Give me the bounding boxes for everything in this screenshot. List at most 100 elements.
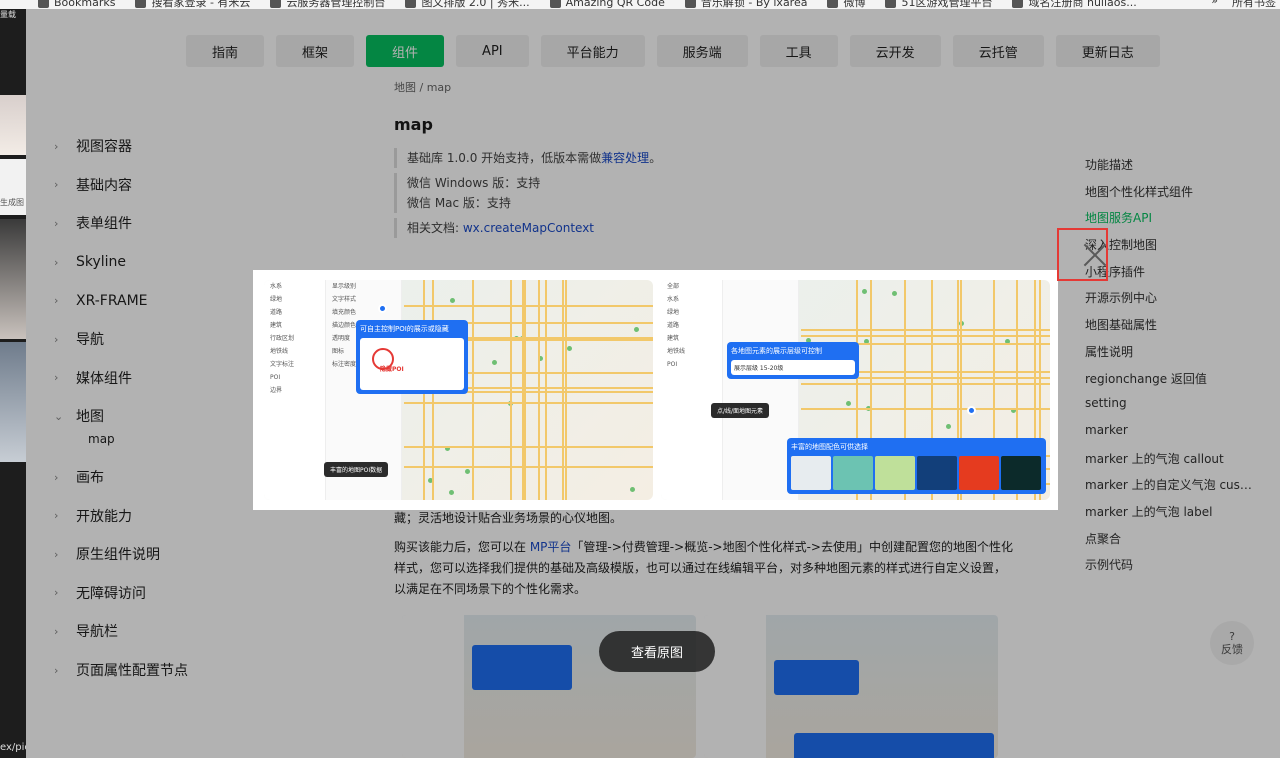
bookmark-item[interactable]: 51区游戏管理平台 (885, 0, 992, 9)
map-road (404, 305, 653, 308)
bookmark-item[interactable]: 微博 (827, 0, 865, 9)
bookmark-label: 微博 (843, 0, 866, 9)
setting-row: 文字样式 (332, 296, 357, 303)
bookmark-label: 云服务器管理控制台 (286, 0, 386, 9)
layer-row: 绿地 (667, 309, 680, 316)
bookmark-item[interactable]: 搜看家登录 - 有米云 (135, 0, 250, 9)
map-park (491, 359, 497, 365)
elements-pill: 点/线/面地图元素 (711, 403, 770, 418)
bookmarks-overflow[interactable]: » (1211, 0, 1218, 9)
bookmarks-bar: Bookmarks 搜看家登录 - 有米云 云服务器管理控制台 图文排版 2.0 | … (0, 0, 1280, 9)
color-swatches (791, 456, 1042, 490)
map-park (629, 486, 635, 492)
layer-row: POI (270, 374, 281, 381)
map-preview-right: 全部水系绿地道路建筑地铁线 POI 各地图元素的展示层级可控制 展示层级 15-2… (661, 280, 1050, 500)
color-swatch[interactable] (875, 456, 915, 490)
map-road (510, 280, 513, 500)
color-swatch[interactable] (791, 456, 831, 490)
colors-callout: 丰富的地图配色可供选择 (787, 438, 1046, 494)
map-pin-icon (378, 304, 387, 313)
bookmark-label: 搜看家登录 - 有米云 (151, 0, 251, 9)
layer-row: 行政区划 (270, 335, 295, 342)
bookmark-favicon-icon (549, 0, 561, 8)
map-road (801, 382, 1050, 385)
layer-row: 道路 (270, 309, 283, 316)
bookmark-item[interactable]: 图文排版 2.0 | 秀米... (405, 0, 530, 9)
bookmark-item[interactable]: 云服务器管理控制台 (270, 0, 385, 9)
layer-row: 全部 (667, 283, 680, 290)
color-swatch[interactable] (917, 456, 957, 490)
bookmark-favicon-icon (1012, 0, 1024, 8)
map-road (404, 446, 653, 449)
thumbnail-3[interactable] (0, 219, 26, 339)
layer-row: 道路 (667, 322, 680, 329)
bookmark-favicon-icon (38, 0, 49, 8)
bookmark-favicon-icon (270, 0, 282, 8)
map-road (404, 402, 653, 405)
bookmark-favicon-icon (684, 0, 696, 8)
poi-data-pill: 丰富的地图POI数据 (324, 462, 389, 477)
right-layer-list: 全部水系绿地道路建筑地铁线 POI (661, 280, 723, 500)
bookmark-favicon-icon (405, 0, 417, 8)
setting-row: 显示级别 (332, 283, 357, 290)
map-pin-icon (967, 406, 976, 415)
layer-row: 水系 (270, 283, 283, 290)
layer-row: 边界 (270, 387, 283, 394)
desktop-strip: 量载 生成图 (0, 9, 26, 758)
view-original-button[interactable]: 查看原图 (599, 631, 715, 672)
image-viewer: 水系 绿地 道路 建筑 行政区划 地铁线 文字标注 POI 边界 显示级别 文字样式 填充颜色 描边颜… (253, 270, 1058, 510)
color-swatch[interactable] (959, 456, 999, 490)
layer-row: POI (667, 361, 678, 368)
setting-row: 填充颜色 (332, 309, 357, 316)
bookmark-label: Bookmarks (54, 0, 116, 9)
layer-callout: 各地图元素的展示层级可控制 展示层级 15-20级 (727, 342, 859, 379)
layer-row: 绿地 (270, 296, 283, 303)
map-road (801, 328, 1050, 331)
strip-label-mid: 生成图 (0, 198, 24, 207)
thumbnail-2[interactable]: 生成图 (0, 159, 26, 215)
poi-ring-icon (372, 348, 394, 370)
bookmark-item[interactable]: Amazing QR Code (549, 0, 665, 9)
layer-row: 建筑 (667, 335, 680, 342)
layer-row: 文字标注 (270, 361, 295, 368)
layer-row: 水系 (667, 296, 680, 303)
layer-row: 地铁线 (270, 348, 289, 355)
map-road (404, 465, 653, 468)
bookmark-label: 域名注册商 hullaos... (1028, 0, 1137, 9)
colors-callout-title: 丰富的地图配色可供选择 (791, 443, 868, 451)
map-park (449, 490, 455, 496)
map-park (862, 289, 868, 295)
map-road (801, 408, 1050, 411)
layer-callout-range: 展示层级 15-20级 (731, 360, 855, 375)
bookmark-favicon-icon (885, 0, 897, 8)
bookmark-item[interactable]: Bookmarks (38, 0, 115, 9)
highlight-box (1057, 228, 1108, 281)
map-park (945, 424, 951, 430)
map-road (521, 280, 524, 500)
color-swatch[interactable] (1001, 456, 1041, 490)
map-park (465, 469, 471, 475)
bookmark-label: 音乐解锁 - By ixarea (700, 0, 808, 9)
poi-callout: 可自主控制POI的展示或隐藏 隐藏POI (356, 320, 468, 394)
all-bookmarks[interactable]: 所有书签 (1232, 0, 1276, 9)
strip-label-top: 量载 (0, 10, 16, 19)
layer-callout-title: 各地图元素的展示层级可控制 (731, 347, 822, 355)
poi-callout-title: 可自主控制POI的展示或隐藏 (360, 325, 449, 333)
bookmark-item[interactable]: 域名注册商 hullaos... (1012, 0, 1137, 9)
bookmark-item[interactable]: 音乐解锁 - By ixarea (684, 0, 808, 9)
map-park (845, 401, 851, 407)
map-park (566, 345, 572, 351)
bookmark-label: 图文排版 2.0 | 秀米... (421, 0, 530, 9)
layer-row: 地铁线 (667, 348, 686, 355)
map-park (633, 326, 639, 332)
color-swatch[interactable] (833, 456, 873, 490)
map-park (892, 290, 898, 296)
thumbnail-4[interactable] (0, 342, 26, 462)
layer-row: 建筑 (270, 322, 283, 329)
map-preview-left: 水系 绿地 道路 建筑 行政区划 地铁线 文字标注 POI 边界 显示级别 文字样式 填充颜色 描边颜… (264, 280, 653, 500)
bookmark-favicon-icon (135, 0, 147, 8)
bookmark-label: 51区游戏管理平台 (901, 0, 993, 9)
url-fragment: ex/pic (0, 742, 26, 753)
bookmark-label: Amazing QR Code (565, 0, 665, 9)
thumbnail-1[interactable] (0, 95, 26, 155)
